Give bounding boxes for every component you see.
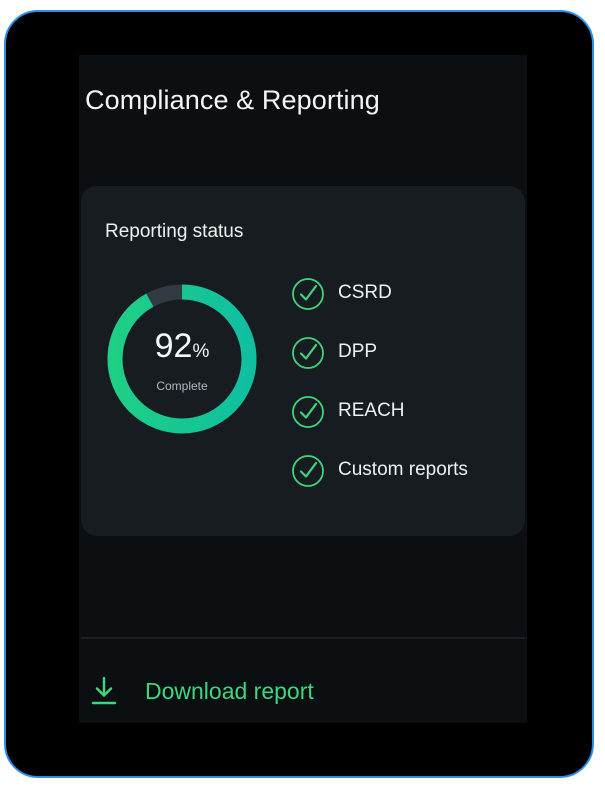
card-title: Reporting status <box>105 221 244 242</box>
progress-value: 92 <box>154 327 193 365</box>
report-item-label: Custom reports <box>338 459 468 480</box>
page-title: Compliance & Reporting <box>85 85 380 115</box>
section-divider <box>81 637 525 639</box>
check-circle-icon <box>292 337 324 369</box>
report-item-label: CSRD <box>338 282 392 303</box>
download-icon <box>91 676 117 705</box>
progress-readout: 92% Complete <box>104 281 260 437</box>
check-circle-icon <box>292 278 324 310</box>
report-item-label: DPP <box>338 341 378 362</box>
progress-label: Complete <box>156 379 208 393</box>
download-report-button[interactable]: Download report <box>89 675 314 707</box>
report-item-reach: REACH <box>291 395 468 454</box>
check-circle-icon <box>292 455 324 487</box>
progress-value-wrap: 92% <box>104 327 260 366</box>
progress-unit: % <box>192 341 210 362</box>
device-frame: Compliance & Reporting Reporting status … <box>4 10 594 778</box>
reporting-status-card: Reporting status 92% Complete CSRD DPP R… <box>81 186 525 536</box>
app-screen: Compliance & Reporting Reporting status … <box>79 55 527 723</box>
check-circle-icon <box>292 396 324 428</box>
report-item-csrd: CSRD <box>291 277 468 336</box>
download-report-label[interactable]: Download report <box>145 678 314 705</box>
report-item-custom-reports: Custom reports <box>291 454 468 513</box>
report-checklist: CSRD DPP REACH Custom reports <box>291 277 468 513</box>
report-item-dpp: DPP <box>291 336 468 395</box>
report-item-label: REACH <box>338 400 405 421</box>
